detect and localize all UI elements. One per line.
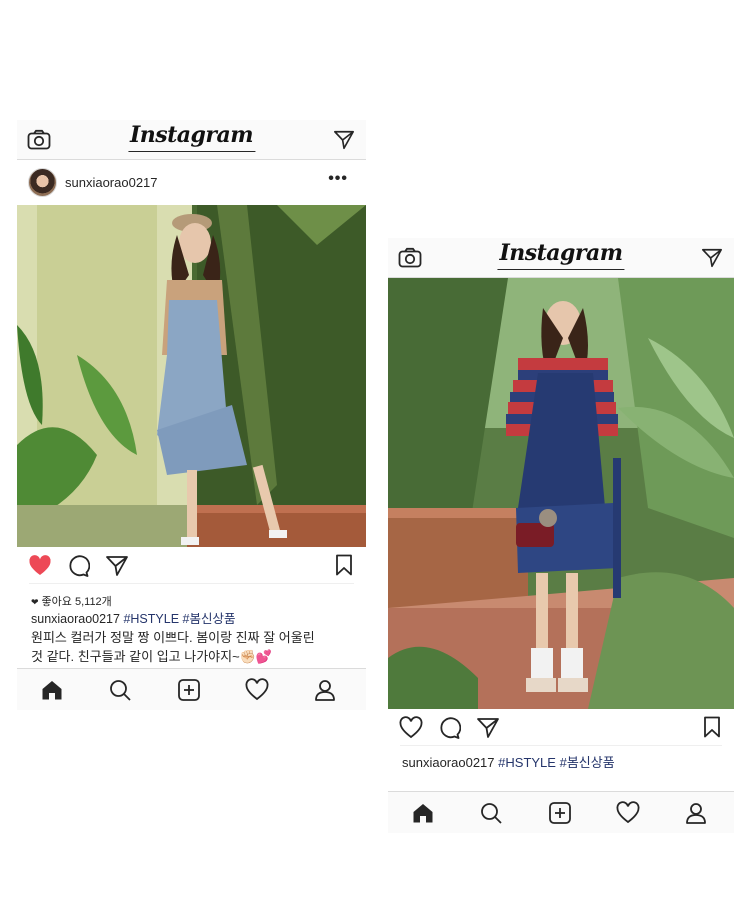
profile-icon[interactable]	[313, 678, 337, 702]
post-photo[interactable]	[17, 205, 366, 547]
home-icon[interactable]	[411, 801, 435, 825]
app-header: Instagram	[388, 238, 734, 278]
search-icon[interactable]	[108, 678, 132, 702]
likes-count[interactable]: ❤ 좋아요 5,112개	[17, 584, 366, 610]
bottom-tab-bar	[17, 668, 366, 710]
post-actions	[17, 547, 366, 583]
post-actions	[388, 709, 734, 745]
activity-heart-icon[interactable]	[245, 678, 269, 702]
home-icon[interactable]	[40, 678, 64, 702]
paper-plane-icon[interactable]	[701, 247, 723, 269]
add-post-icon[interactable]	[177, 678, 201, 702]
caption-username[interactable]: sunxiaorao0217	[402, 755, 495, 770]
camera-icon[interactable]	[398, 247, 422, 269]
hashtag-hstyle[interactable]: #HSTYLE	[123, 612, 179, 626]
bookmark-icon[interactable]	[334, 554, 354, 576]
caption-username[interactable]: sunxiaorao0217	[31, 612, 120, 626]
bottom-tab-bar	[388, 791, 734, 833]
likes-label: 좋아요 5,112개	[41, 596, 112, 608]
camera-icon[interactable]	[27, 129, 51, 151]
post-author-row: sunxiaorao0217 •••	[17, 160, 366, 205]
paper-plane-icon[interactable]	[333, 129, 355, 151]
avatar[interactable]	[28, 168, 57, 197]
more-options-icon[interactable]: •••	[328, 170, 348, 188]
instagram-logo: Instagram	[497, 240, 625, 270]
app-header: Instagram	[17, 120, 366, 160]
small-heart-icon: ❤	[31, 597, 39, 607]
author-username[interactable]: sunxiaorao0217	[65, 175, 158, 190]
caption-text: 원피스 컬러가 정말 짱 이쁘다. 봄이랑 진짜 잘 어울린 것 같다. 친구들…	[17, 628, 366, 666]
comment-icon[interactable]	[66, 554, 90, 578]
caption-header: sunxiaorao0217 #HSTYLE #봄신상품	[17, 610, 366, 628]
comment-icon[interactable]	[437, 716, 461, 740]
instagram-post-right: Instagram sunxiaorao0217 #HSTYLE #봄신상품	[388, 238, 734, 833]
share-icon[interactable]	[105, 554, 129, 578]
bookmark-icon[interactable]	[702, 716, 722, 738]
instagram-post-left: Instagram sunxiaorao0217 ••• ❤ 좋아요 5,112…	[17, 120, 366, 710]
search-icon[interactable]	[479, 801, 503, 825]
like-filled-heart-icon[interactable]	[28, 554, 52, 578]
activity-heart-icon[interactable]	[616, 801, 640, 825]
add-post-icon[interactable]	[548, 801, 572, 825]
caption-header: sunxiaorao0217 #HSTYLE #봄신상품	[388, 746, 734, 772]
like-heart-icon[interactable]	[399, 716, 423, 740]
hashtag-spring-new[interactable]: #봄신상품	[183, 612, 236, 626]
hashtag-hstyle[interactable]: #HSTYLE	[498, 755, 556, 770]
profile-icon[interactable]	[684, 801, 708, 825]
post-photo[interactable]	[388, 278, 734, 709]
hashtag-spring-new[interactable]: #봄신상품	[560, 755, 615, 770]
caption-line-2: 것 같다. 친구들과 같이 입고 나가야지~✊🏻💕	[31, 649, 273, 664]
instagram-logo: Instagram	[127, 122, 256, 152]
caption-line-1: 원피스 컬러가 정말 짱 이쁘다. 봄이랑 진짜 잘 어울린	[31, 630, 315, 645]
share-icon[interactable]	[476, 716, 500, 740]
